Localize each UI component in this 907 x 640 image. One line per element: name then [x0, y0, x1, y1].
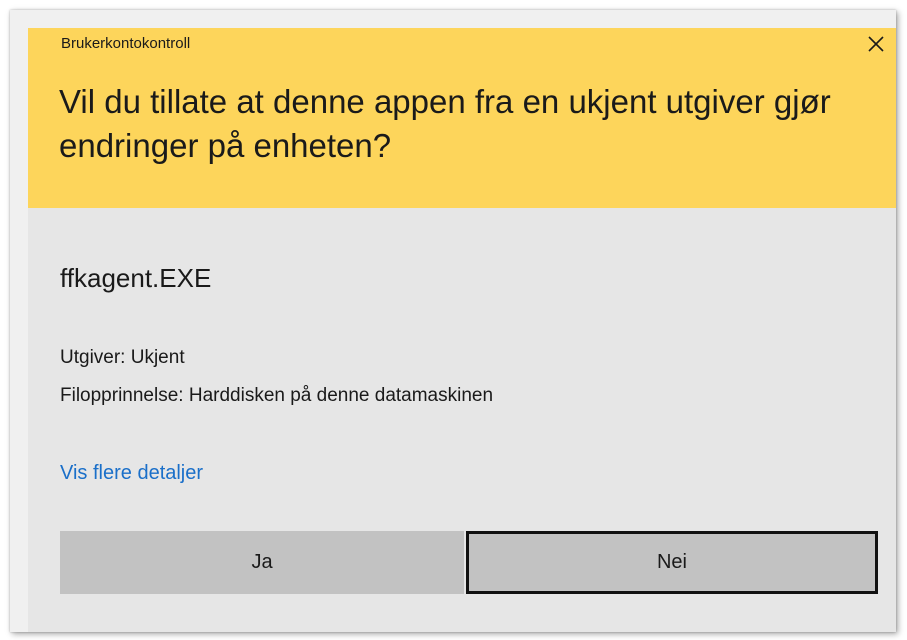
close-button[interactable] [862, 30, 890, 58]
yes-button[interactable]: Ja [60, 531, 464, 594]
dialog-header: Brukerkontokontroll Vil du tillate at de… [28, 28, 896, 208]
close-icon [868, 36, 884, 52]
app-name: ffkagent.EXE [60, 263, 212, 293]
publisher-text: Utgiver: Ukjent [60, 347, 185, 368]
dialog-question: Vil du tillate at denne appen fra en ukj… [59, 83, 831, 164]
uac-dialog: Brukerkontokontroll Vil du tillate at de… [28, 28, 896, 632]
file-origin-text: Filopprinnelse: Harddisken på denne data… [60, 385, 494, 406]
uac-dialog-frame: Brukerkontokontroll Vil du tillate at de… [10, 10, 896, 632]
no-button[interactable]: Nei [466, 531, 878, 594]
dialog-title: Brukerkontokontroll [61, 35, 191, 52]
show-more-details-link[interactable]: Vis flere detaljer [60, 462, 203, 485]
